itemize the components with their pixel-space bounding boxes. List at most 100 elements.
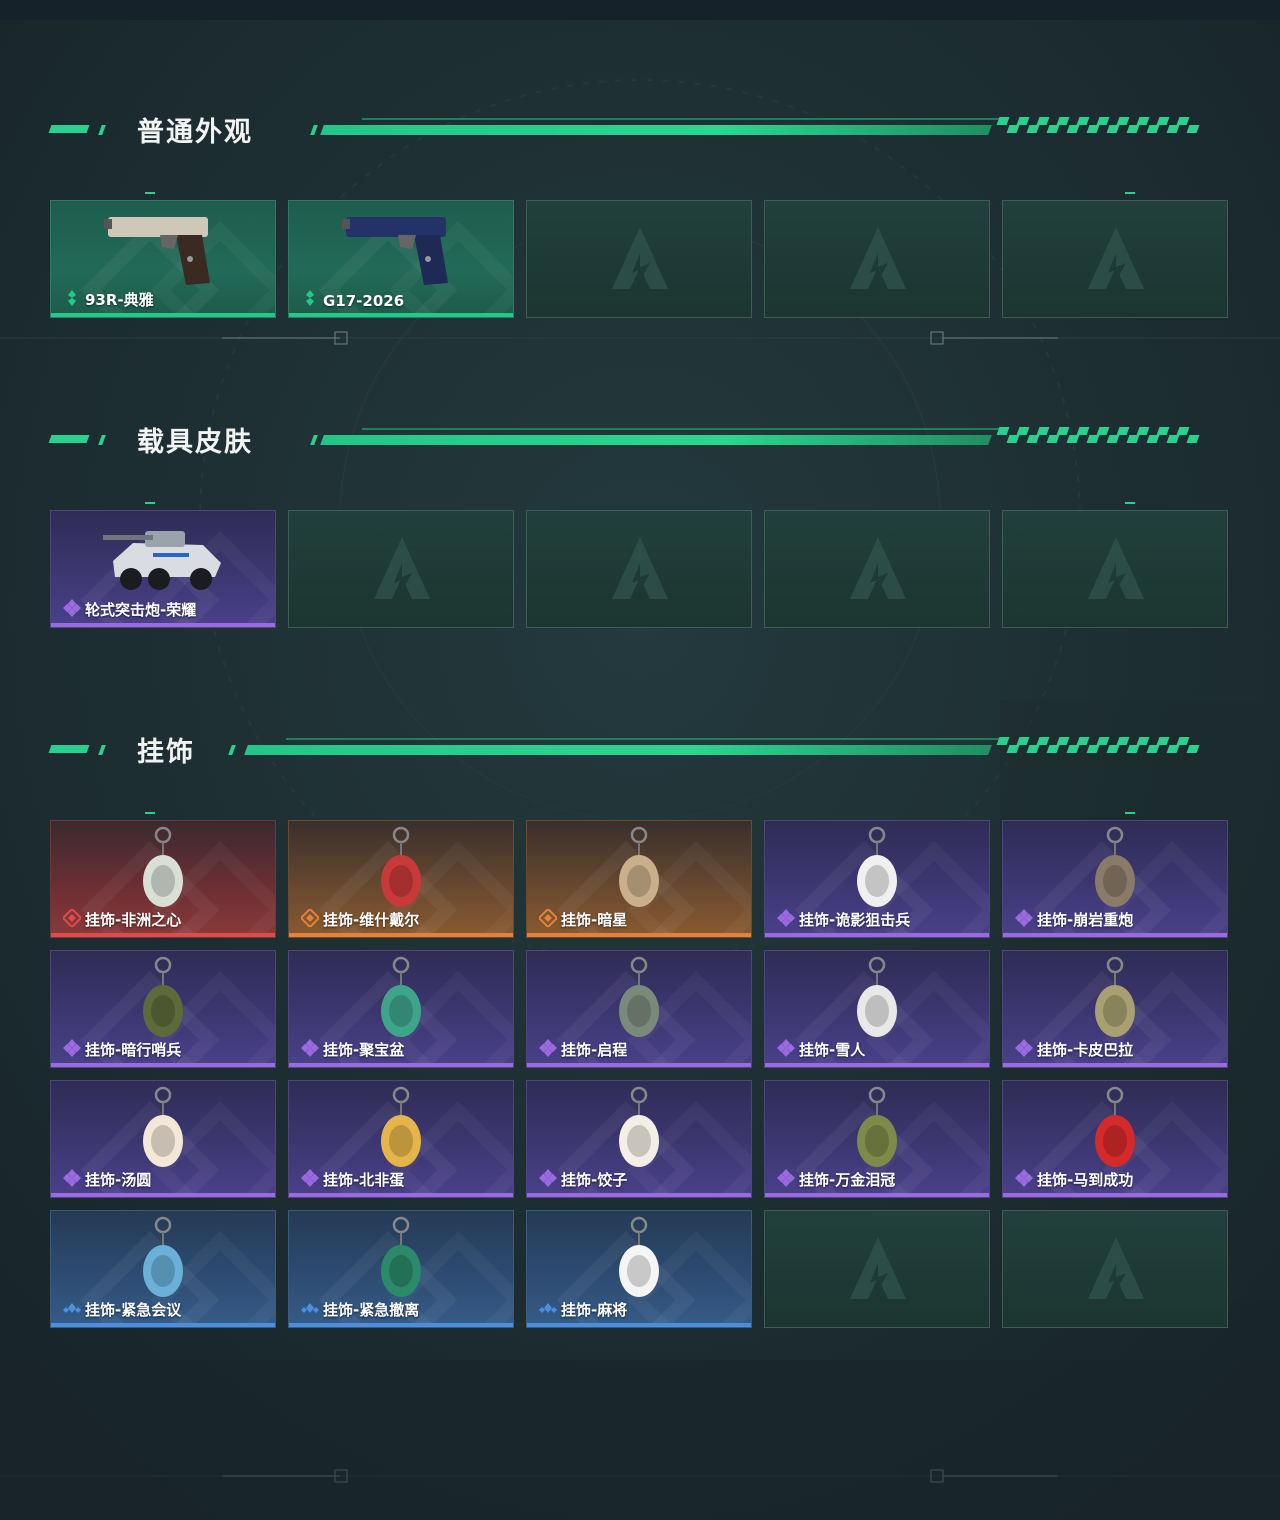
rarity-red-icon — [63, 909, 81, 927]
empty-slot — [1002, 200, 1228, 318]
charm-icon — [143, 1086, 183, 1167]
header-stripe — [1006, 745, 1020, 753]
item-card[interactable]: 挂饰-启程 — [526, 950, 752, 1068]
item-card[interactable]: 挂饰-暗行哨兵 — [50, 950, 276, 1068]
item-card[interactable]: 挂饰-紧急会议 — [50, 1210, 276, 1328]
item-card[interactable]: 挂饰-马到成功 — [1002, 1080, 1228, 1198]
section-title: 普通外观 — [137, 117, 253, 148]
header-stripe — [1106, 125, 1120, 133]
placeholder-logo-icon — [374, 537, 430, 599]
item-card[interactable]: 挂饰-紧急撤离 — [288, 1210, 514, 1328]
header-stripe — [1186, 125, 1200, 133]
item-card[interactable]: 轮式突击炮-荣耀 — [50, 510, 276, 628]
item-name: 挂饰-维什戴尔 — [323, 911, 420, 929]
header-stripe — [1066, 435, 1080, 443]
item-card[interactable]: 挂饰-非洲之心 — [50, 820, 276, 938]
charm-icon — [857, 1086, 897, 1167]
item-name: 挂饰-暗星 — [561, 911, 628, 929]
placeholder-logo-icon — [850, 537, 906, 599]
header-stripe — [1146, 125, 1160, 133]
item-card[interactable]: 93R-典雅 — [50, 200, 276, 318]
placeholder-logo-icon — [612, 227, 668, 289]
rarity-underline — [765, 1193, 989, 1197]
rarity-underline — [51, 933, 275, 937]
item-name: 挂饰-暗行哨兵 — [85, 1041, 182, 1059]
item-card[interactable]: 挂饰-北非蛋 — [288, 1080, 514, 1198]
header-bar — [244, 745, 992, 755]
item-card[interactable]: 挂饰-万金泪冠 — [764, 1080, 990, 1198]
header-stripe — [1036, 117, 1050, 125]
rarity-underline — [1003, 1193, 1227, 1197]
header-stripe — [1116, 117, 1130, 125]
charm-icon — [1095, 826, 1135, 907]
empty-slot — [526, 510, 752, 628]
header-stripe — [1166, 745, 1180, 753]
rarity-underline — [51, 1063, 275, 1067]
item-card[interactable]: G17-2026 — [288, 200, 514, 318]
empty-slot — [764, 1210, 990, 1328]
charm-icon — [143, 826, 183, 907]
rarity-purple-icon — [777, 909, 795, 927]
header-stripe — [1136, 737, 1150, 745]
header-stripe — [1056, 737, 1070, 745]
rarity-purple-icon — [777, 1039, 795, 1057]
charm-icon — [143, 956, 183, 1037]
header-stripe — [996, 117, 1010, 125]
empty-slot — [526, 200, 752, 318]
item-card[interactable]: 挂饰-聚宝盆 — [288, 950, 514, 1068]
item-name: 轮式突击炮-荣耀 — [85, 601, 197, 619]
charm-icon — [857, 956, 897, 1037]
item-card[interactable]: 挂饰-卡皮巴拉 — [1002, 950, 1228, 1068]
rarity-underline — [51, 1193, 275, 1197]
item-card[interactable]: 挂饰-雪人 — [764, 950, 990, 1068]
header-stripe — [1066, 125, 1080, 133]
rarity-underline — [527, 1063, 751, 1067]
item-card[interactable]: 挂饰-崩岩重炮 — [1002, 820, 1228, 938]
header-accent — [98, 435, 106, 445]
header-stripe — [1176, 427, 1190, 435]
header-accent — [48, 745, 90, 753]
empty-slot — [764, 510, 990, 628]
charm-icon — [143, 1216, 183, 1297]
rarity-blue-icon — [539, 1303, 557, 1313]
charm-icon — [381, 956, 421, 1037]
rarity-purple-icon — [1015, 1039, 1033, 1057]
rarity-underline — [51, 313, 275, 317]
empty-slot — [1002, 1210, 1228, 1328]
item-card[interactable]: 挂饰-维什戴尔 — [288, 820, 514, 938]
corner-marker — [1125, 812, 1135, 814]
header-stripe — [1146, 435, 1160, 443]
header-stripe — [1176, 737, 1190, 745]
header-stripe — [1046, 125, 1060, 133]
header-line — [286, 738, 1000, 740]
rarity-purple-icon — [301, 1039, 319, 1057]
item-card[interactable]: 挂饰-暗星 — [526, 820, 752, 938]
rarity-purple-icon — [301, 1169, 319, 1187]
header-accent — [98, 745, 106, 755]
item-card[interactable]: 挂饰-诡影狙击兵 — [764, 820, 990, 938]
header-stripe — [1086, 125, 1100, 133]
rarity-purple-icon — [1015, 909, 1033, 927]
header-stripe — [1026, 125, 1040, 133]
header-stripe — [1086, 435, 1100, 443]
header-stripe — [1076, 737, 1090, 745]
header-bar — [320, 435, 992, 445]
item-name: 挂饰-诡影狙击兵 — [799, 911, 911, 929]
empty-slot — [764, 200, 990, 318]
item-name: G17-2026 — [323, 292, 405, 310]
placeholder-logo-icon — [1088, 227, 1144, 289]
rarity-underline — [765, 933, 989, 937]
rarity-underline — [289, 1063, 513, 1067]
header-stripe — [1086, 745, 1100, 753]
header-stripe — [1036, 427, 1050, 435]
item-card[interactable]: 挂饰-饺子 — [526, 1080, 752, 1198]
header-bar — [320, 125, 992, 135]
item-name: 挂饰-紧急会议 — [85, 1301, 182, 1319]
placeholder-logo-icon — [612, 537, 668, 599]
rarity-green-icon — [68, 290, 76, 306]
item-card[interactable]: 挂饰-麻将 — [526, 1210, 752, 1328]
placeholder-logo-icon — [850, 1237, 906, 1299]
charm-icon — [381, 1086, 421, 1167]
item-card[interactable]: 挂饰-汤圆 — [50, 1080, 276, 1198]
item-name: 挂饰-北非蛋 — [323, 1171, 405, 1189]
